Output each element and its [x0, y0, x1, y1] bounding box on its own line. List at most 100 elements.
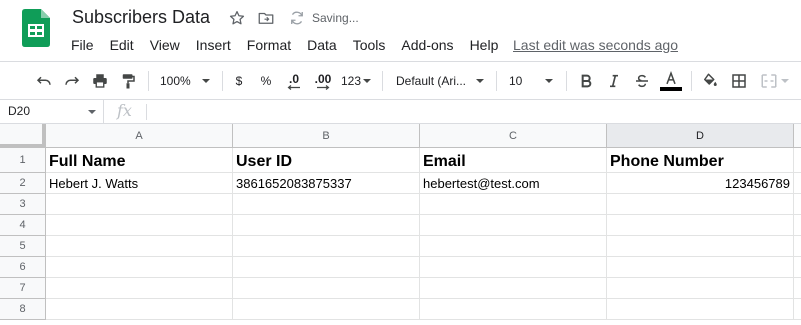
row-header-3[interactable]: 3: [0, 194, 46, 215]
menu-addons[interactable]: Add-ons: [393, 35, 461, 55]
table-cell[interactable]: [46, 278, 233, 299]
header-cell[interactable]: Phone Number: [607, 148, 794, 173]
star-icon[interactable]: [228, 9, 246, 27]
more-formats-button[interactable]: 123: [339, 70, 373, 92]
row-header-2[interactable]: 2: [0, 173, 46, 194]
column-header-b[interactable]: B: [233, 124, 420, 148]
row-header-7[interactable]: 7: [0, 278, 46, 299]
table-cell[interactable]: [46, 194, 233, 215]
table-cell[interactable]: 3861652083875337: [233, 173, 420, 194]
column-header-c[interactable]: C: [420, 124, 607, 148]
table-cell-partial[interactable]: [794, 278, 801, 299]
table-cell-partial[interactable]: [794, 215, 801, 236]
title-bar: Subscribers Data Saving... File Edit Vie…: [0, 0, 801, 60]
chevron-down-icon: [88, 110, 96, 114]
menu-file[interactable]: File: [63, 35, 102, 55]
table-cell-partial[interactable]: [794, 299, 801, 320]
table-cell[interactable]: [46, 299, 233, 320]
row-header-1[interactable]: 1: [0, 148, 46, 173]
move-to-folder-icon[interactable]: [257, 9, 275, 27]
column-header-partial[interactable]: [794, 124, 801, 148]
table-cell[interactable]: [420, 278, 607, 299]
table-cell[interactable]: [46, 257, 233, 278]
toolbar-divider: [496, 71, 497, 91]
row-header-8[interactable]: 8: [0, 299, 46, 320]
formula-input[interactable]: [152, 100, 792, 123]
strikethrough-icon[interactable]: [631, 70, 653, 92]
row-header-4[interactable]: 4: [0, 215, 46, 236]
table-cell[interactable]: [233, 257, 420, 278]
header-cell[interactable]: User ID: [233, 148, 420, 173]
table-cell[interactable]: [233, 236, 420, 257]
table-cell[interactable]: [607, 257, 794, 278]
bold-icon[interactable]: [575, 70, 597, 92]
table-cell[interactable]: [420, 194, 607, 215]
italic-icon[interactable]: [603, 70, 625, 92]
table-cell[interactable]: [46, 215, 233, 236]
redo-icon[interactable]: [61, 70, 83, 92]
name-box[interactable]: D20: [0, 100, 104, 123]
table-cell[interactable]: [420, 299, 607, 320]
column-header-d[interactable]: D: [607, 124, 794, 148]
format-percent-button[interactable]: %: [256, 70, 276, 92]
table-cell[interactable]: [233, 278, 420, 299]
table-cell[interactable]: [607, 194, 794, 215]
table-cell[interactable]: [233, 299, 420, 320]
text-color-swatch: [660, 87, 682, 91]
table-cell[interactable]: [607, 215, 794, 236]
last-edit-link[interactable]: Last edit was seconds ago: [513, 35, 678, 55]
menu-tools[interactable]: Tools: [345, 35, 394, 55]
table-cell[interactable]: [607, 236, 794, 257]
fill-color-icon[interactable]: [699, 70, 721, 92]
table-cell[interactable]: Hebert J. Watts: [46, 173, 233, 194]
paint-format-icon[interactable]: [117, 70, 139, 92]
menu-edit[interactable]: Edit: [102, 35, 142, 55]
table-cell-partial[interactable]: [794, 257, 801, 278]
header-cell[interactable]: Email: [420, 148, 607, 173]
table-cell[interactable]: [420, 215, 607, 236]
merge-cells-button[interactable]: [757, 70, 791, 92]
row-header-6[interactable]: 6: [0, 257, 46, 278]
format-currency-button[interactable]: $: [229, 70, 249, 92]
decrease-decimal-label: .0: [288, 71, 299, 86]
row-header-5[interactable]: 5: [0, 236, 46, 257]
table-cell[interactable]: 123456789: [607, 173, 794, 194]
zoom-select[interactable]: 100%: [156, 70, 214, 92]
toolbar-divider: [382, 71, 383, 91]
font-size-select[interactable]: 10: [505, 70, 557, 92]
toolbar-divider: [566, 71, 567, 91]
table-cell-partial[interactable]: [794, 194, 801, 215]
menu-help[interactable]: Help: [462, 35, 507, 55]
borders-icon[interactable]: [728, 70, 750, 92]
menu-view[interactable]: View: [142, 35, 188, 55]
table-cell[interactable]: [607, 299, 794, 320]
table-cell[interactable]: hebertest@test.com: [420, 173, 607, 194]
menu-insert[interactable]: Insert: [188, 35, 239, 55]
column-header-a[interactable]: A: [46, 124, 233, 148]
table-cell[interactable]: [233, 215, 420, 236]
sheets-logo-icon[interactable]: [22, 9, 50, 47]
increase-decimal-button[interactable]: .00: [311, 70, 335, 92]
header-cell[interactable]: Full Name: [46, 148, 233, 173]
select-all-corner[interactable]: [0, 124, 46, 148]
arrow-left-icon: [287, 84, 300, 90]
chevron-down-icon: [363, 79, 372, 83]
font-family-select[interactable]: Default (Ari...: [392, 70, 488, 92]
table-cell[interactable]: [420, 236, 607, 257]
document-title[interactable]: Subscribers Data: [72, 7, 210, 28]
menu-data[interactable]: Data: [299, 35, 345, 55]
table-cell[interactable]: [420, 257, 607, 278]
toolbar-divider: [691, 71, 692, 91]
table-cell[interactable]: [607, 278, 794, 299]
decrease-decimal-button[interactable]: .0: [283, 70, 305, 92]
undo-icon[interactable]: [33, 70, 55, 92]
table-cell[interactable]: [46, 236, 233, 257]
table-cell[interactable]: [233, 194, 420, 215]
print-icon[interactable]: [89, 70, 111, 92]
menu-format[interactable]: Format: [239, 35, 299, 55]
table-cell-partial[interactable]: [794, 236, 801, 257]
chevron-down-icon: [202, 79, 210, 83]
table-cell-partial[interactable]: [794, 148, 801, 173]
table-cell-partial[interactable]: [794, 173, 801, 194]
text-color-icon[interactable]: [659, 70, 683, 92]
